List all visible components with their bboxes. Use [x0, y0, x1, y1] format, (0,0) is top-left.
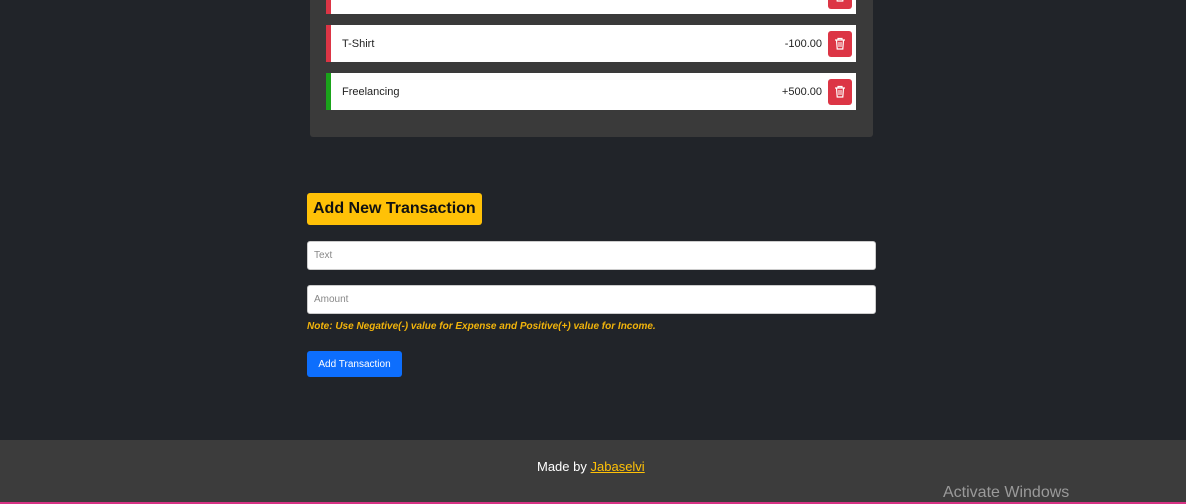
add-transaction-button[interactable]: Add Transaction: [307, 351, 402, 377]
trash-icon: [835, 85, 845, 98]
trash-icon: [835, 37, 845, 50]
form-note: Note: Use Negative(-) value for Expense …: [307, 321, 656, 332]
transaction-amount: +500.00: [781, 85, 822, 98]
delete-button[interactable]: [828, 30, 852, 57]
transaction-item: [326, 0, 856, 14]
author-link[interactable]: Jabaselvi: [591, 459, 645, 474]
footer-credit: Made by Jabaselvi: [537, 459, 645, 474]
delete-button[interactable]: [828, 0, 852, 9]
activate-windows-watermark: Activate Windows: [943, 484, 1070, 501]
amount-input[interactable]: [307, 285, 876, 314]
transaction-name: Freelancing: [342, 85, 400, 98]
transaction-name: T-Shirt: [342, 37, 375, 50]
transaction-amount: -100.00: [784, 37, 822, 50]
footer-prefix: Made by: [537, 459, 587, 474]
add-transaction-heading: Add New Transaction: [307, 193, 482, 225]
transaction-history-panel: T-Shirt -100.00 Freelancing +500.00: [310, 0, 873, 137]
transaction-item: T-Shirt -100.00: [326, 25, 856, 62]
transaction-item: Freelancing +500.00: [326, 73, 856, 110]
trash-icon: [836, 0, 844, 2]
text-input[interactable]: [307, 241, 876, 270]
delete-button[interactable]: [828, 78, 852, 105]
